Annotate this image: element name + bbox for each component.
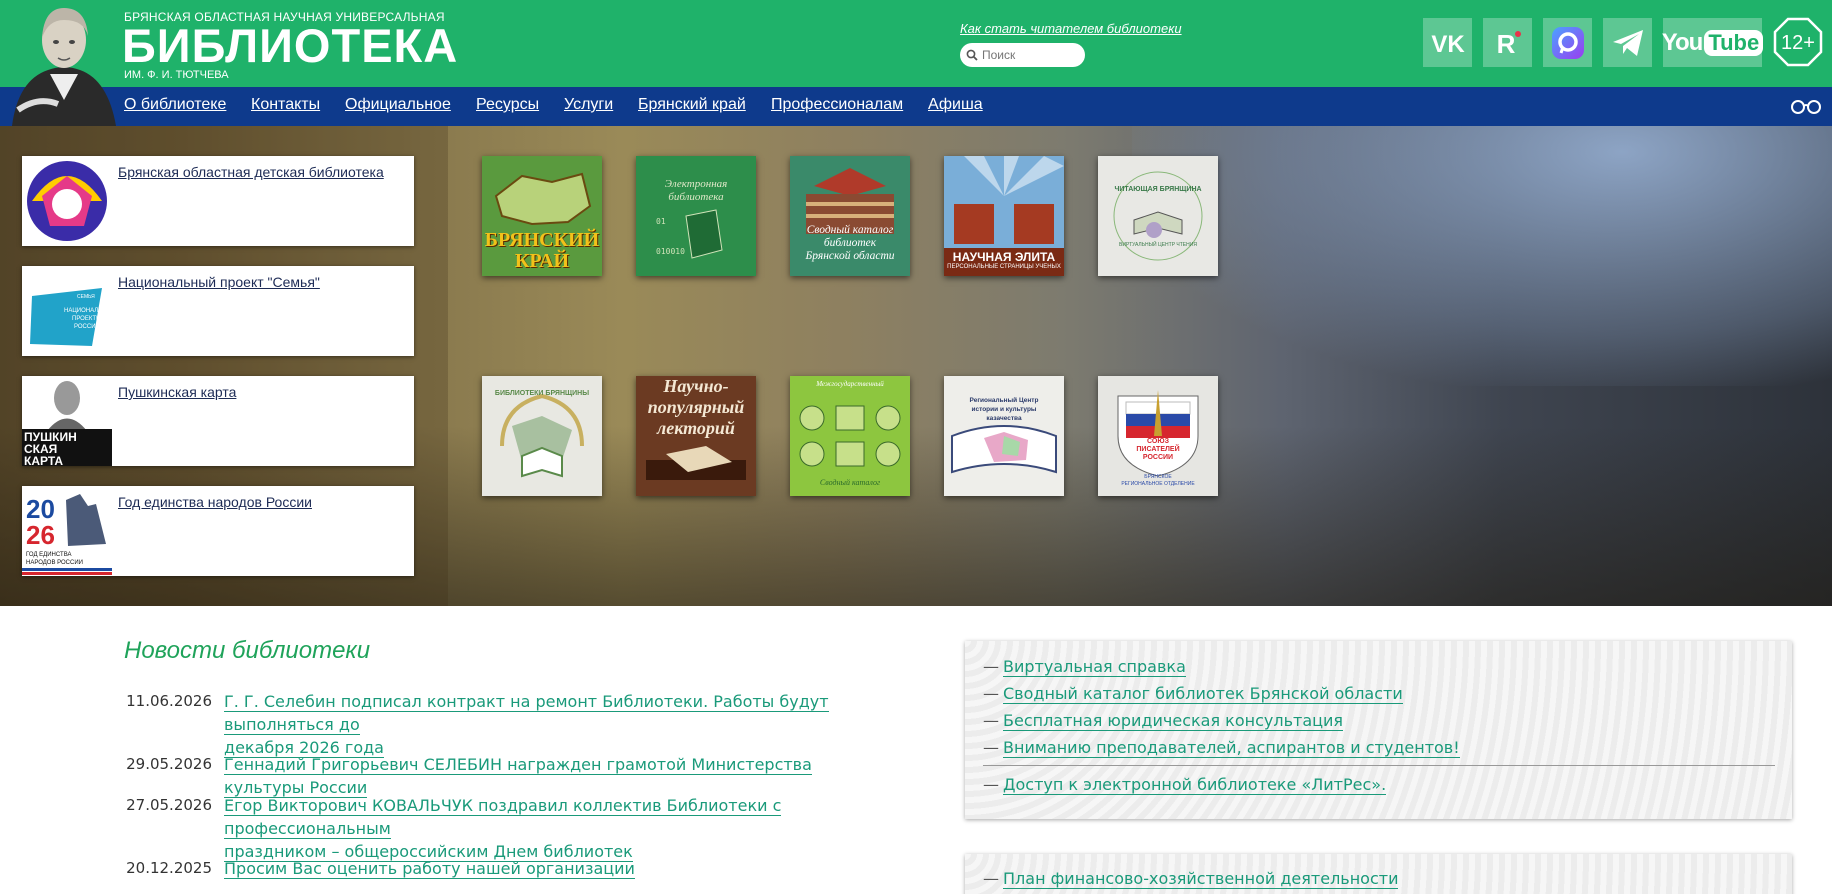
nav-item-resources[interactable]: Ресурсы	[476, 96, 539, 114]
open-book-map-icon	[944, 376, 1064, 496]
news-link[interactable]: Егор Викторович КОВАЛЬЧУК поздравил колл…	[224, 794, 864, 863]
become-reader-link[interactable]: Как стать читателем библиотеки	[960, 21, 1182, 36]
news-date: 11.06.2026	[126, 692, 212, 710]
svg-text:R: R	[1496, 29, 1515, 57]
svg-text:Межгосударственный: Межгосударственный	[815, 380, 884, 388]
card-national-project-family[interactable]: СЕМЬЯ НАЦИОНАЛЬНЫЕ ПРОЕКТЫ РОССИИ Национ…	[22, 266, 414, 356]
panel-link-teachers-students[interactable]: — Вниманию преподавателей, аспирантов и с…	[983, 738, 1460, 758]
card-link-pushkin[interactable]: Пушкинская карта	[118, 383, 408, 401]
svg-text:РОССИИ: РОССИИ	[74, 324, 100, 330]
max-icon[interactable]	[1543, 18, 1592, 67]
card-link-family[interactable]: Национальный проект "Семья"	[118, 273, 408, 291]
tyutchev-portrait	[8, 0, 120, 126]
panel-link-legal-consult[interactable]: — Бесплатная юридическая консультация	[983, 711, 1344, 731]
news-link[interactable]: Г. Г. Селебин подписал контракт на ремон…	[224, 690, 864, 759]
nav-item-official[interactable]: Официальное	[345, 96, 451, 114]
search-icon	[966, 49, 978, 61]
tile-union-catalog[interactable]: Сводный каталог библиотек Брянской облас…	[790, 156, 910, 276]
tile-popular-science-lecture[interactable]: Научно- популярный лекторий	[636, 376, 756, 496]
card-pushkin-card[interactable]: ПУШКИН СКАЯ КАРТА Пушкинская карта	[22, 376, 414, 466]
svg-text:12+: 12+	[1781, 32, 1815, 54]
news-item: 29.05.2026 Геннадий Григорьевич СЕЛЕБИН …	[124, 753, 864, 799]
nav-item-afisha[interactable]: Афиша	[928, 96, 983, 114]
vk-icon[interactable]: VK	[1423, 18, 1472, 67]
age-rating-badge: 12+	[1773, 17, 1823, 67]
svg-text:010010: 010010	[656, 247, 685, 256]
search-input[interactable]	[982, 48, 1082, 62]
main-nav: О библиотеке Контакты Официальное Ресурс…	[0, 87, 1832, 126]
tile-libraries-bryansk[interactable]: БИБЛИОТЕКИ БРЯНЩИНЫ	[482, 376, 602, 496]
news-date: 29.05.2026	[126, 755, 212, 773]
accessibility-glasses-icon[interactable]	[1790, 98, 1822, 114]
svg-text:КАРТА: КАРТА	[24, 454, 63, 466]
nav-item-contacts[interactable]: Контакты	[251, 96, 320, 114]
tile-writers-union[interactable]: СОЮЗ ПИСАТЕЛЕЙ РОССИИ БРЯНСКОЕ РЕГИОНАЛЬ…	[1098, 376, 1218, 496]
panel-link-finance-plan[interactable]: — План финансово-хозяйственной деятельнос…	[983, 869, 1399, 889]
finance-links-panel: — План финансово-хозяйственной деятельнос…	[965, 854, 1792, 894]
card-link-children-library[interactable]: Брянская областная детская библиотека	[118, 163, 408, 181]
card-children-library[interactable]: Брянская областная детская библиотека	[22, 156, 414, 246]
svg-text:ГОД ЕДИНСТВА: ГОД ЕДИНСТВА	[26, 552, 72, 558]
rutube-icon[interactable]: R	[1483, 18, 1532, 67]
logo-subtitle: ИМ. Ф. И. ТЮТЧЕВА	[124, 69, 229, 81]
nav-item-professionals[interactable]: Профессионалам	[771, 96, 903, 114]
svg-text:26: 26	[26, 520, 55, 550]
search-box[interactable]	[960, 43, 1085, 67]
reading-center-icon	[1113, 171, 1203, 261]
news-date: 27.05.2026	[126, 796, 212, 814]
children-library-logo	[22, 156, 112, 246]
card-unity-year[interactable]: 20 26 ГОД ЕДИНСТВА НАРОДОВ РОССИИ Год ед…	[22, 486, 414, 576]
news-item: 27.05.2026 Егор Викторович КОВАЛЬЧУК поз…	[124, 794, 864, 863]
nav-item-bryansk-region[interactable]: Брянский край	[638, 96, 746, 114]
svg-text:НАЦИОНАЛЬНЫЕ: НАЦИОНАЛЬНЫЕ	[64, 308, 112, 314]
card-link-unity-year[interactable]: Год единства народов России	[118, 493, 408, 511]
svg-text:НАРОДОВ РОССИИ: НАРОДОВ РОССИИ	[26, 560, 83, 566]
svg-text:01: 01	[656, 217, 666, 226]
news-item: 11.06.2026 Г. Г. Селебин подписал контра…	[124, 690, 864, 759]
news-item: 20.12.2025 Просим Вас оценить работу наш…	[124, 857, 864, 880]
hero-banner: Брянская областная детская библиотека СЕ…	[0, 126, 1832, 606]
news-link[interactable]: Геннадий Григорьевич СЕЛЕБИН награжден г…	[224, 753, 864, 799]
tile-reading-bryansk[interactable]: ЧИТАЮЩАЯ БРЯНЩИНА ВИРТУАЛЬНЫЙ ЦЕНТР ЧТЕН…	[1098, 156, 1218, 276]
svg-text:ПРОЕКТЫ: ПРОЕКТЫ	[72, 316, 101, 322]
news-link[interactable]: Просим Вас оценить работу нашей организа…	[224, 857, 635, 880]
pushkin-card-logo: ПУШКИН СКАЯ КАРТА	[22, 376, 112, 466]
tile-bryansk-region[interactable]: БРЯНСКИЙ КРАЙ	[482, 156, 602, 276]
site-header: БРЯНСКАЯ ОБЛАСТНАЯ НАУЧНАЯ УНИВЕРСАЛЬНАЯ…	[0, 0, 1832, 87]
unity-year-logo: 20 26 ГОД ЕДИНСТВА НАРОДОВ РОССИИ	[22, 486, 112, 576]
youtube-icon[interactable]: You Tube	[1662, 18, 1764, 67]
nav-item-about[interactable]: О библиотеке	[124, 96, 226, 114]
news-date: 20.12.2025	[126, 859, 212, 877]
tile-state-union-catalog[interactable]: Межгосударственный Сводный каталог	[790, 376, 910, 496]
family-project-logo: СЕМЬЯ НАЦИОНАЛЬНЫЕ ПРОЕКТЫ РОССИИ	[22, 266, 112, 356]
tile-scientific-elite[interactable]: НАУЧНАЯ ЭЛИТА ПЕРСОНАЛЬНЫЕ СТРАНИЦЫ УЧЕН…	[944, 156, 1064, 276]
svg-text:VK: VK	[1431, 32, 1465, 54]
panel-link-litres[interactable]: — Доступ к электронной библиотеке «ЛитРес…	[983, 775, 1387, 795]
nav-item-services[interactable]: Услуги	[564, 96, 613, 114]
panel-divider	[983, 765, 1775, 766]
open-book-icon: 01 010010	[656, 209, 723, 259]
panel-link-union-catalog[interactable]: — Сводный каталог библиотек Брянской обла…	[983, 684, 1403, 704]
quick-links-panel: — Виртуальная справка — Сводный каталог би…	[965, 641, 1792, 819]
news-section-title: Новости библиотеки	[124, 637, 371, 664]
telegram-icon[interactable]	[1603, 18, 1652, 67]
panel-link-virtual-reference[interactable]: — Виртуальная справка	[983, 657, 1186, 677]
tile-electronic-library[interactable]: Электронная библиотека 01 010010	[636, 156, 756, 276]
tile-cossack-center[interactable]: Региональный Центр истории и культуры ка…	[944, 376, 1064, 496]
svg-text:СЕМЬЯ: СЕМЬЯ	[77, 294, 95, 300]
logo-title[interactable]: БИБЛИОТЕКА	[122, 18, 458, 74]
